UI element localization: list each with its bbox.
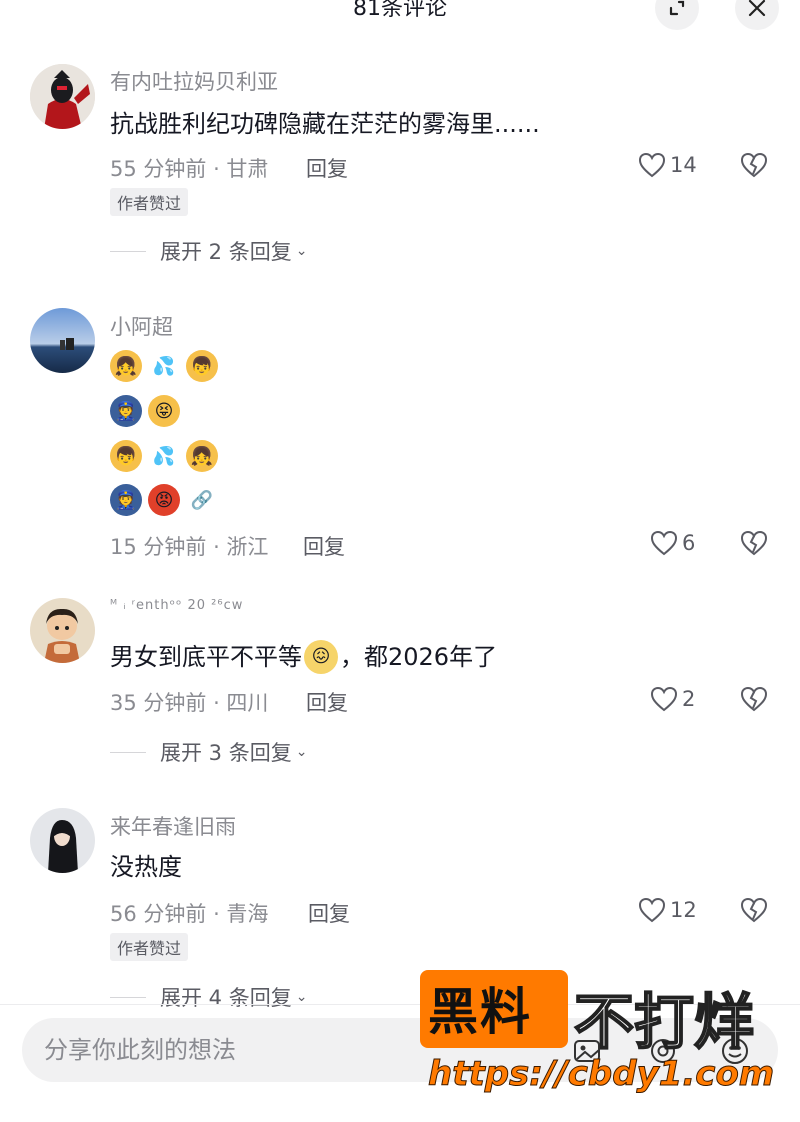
chevron-down-icon: ⌄ — [295, 744, 308, 760]
comment-username[interactable]: 来年春逢旧雨 — [110, 811, 236, 841]
expand-replies-label: 展开 3 条回复 — [160, 741, 292, 765]
like-count: 6 — [682, 531, 696, 555]
author-liked-badge: 作者赞过 — [110, 933, 189, 961]
dislike-button[interactable] — [740, 530, 768, 560]
sweat-droplets-emoji: 💦 — [148, 440, 180, 472]
like-button[interactable]: 2 — [650, 686, 695, 712]
comment-meta: 55 分钟前 · 甘肃 — [110, 157, 269, 181]
emoji-row: 👮 😡 🔗 — [110, 484, 218, 516]
avatar[interactable] — [30, 808, 95, 873]
comment-meta: 35 分钟前 · 四川 — [110, 691, 269, 715]
heart-icon — [650, 530, 678, 556]
expand-replies-button[interactable]: 展开 3 条回复 ⌄ — [110, 737, 307, 767]
angry-face-emoji: 😡 — [148, 484, 180, 516]
emoji-row: 👦 💦 👧 — [110, 440, 218, 472]
expand-divider — [110, 751, 146, 753]
reply-button[interactable]: 回复 — [306, 687, 348, 717]
emoji-row: 👮 😝 — [110, 395, 180, 427]
like-button[interactable]: 14 — [638, 152, 697, 178]
like-button[interactable]: 12 — [638, 897, 697, 923]
avatar[interactable] — [30, 64, 95, 129]
comment-meta: 56 分钟前 · 青海 — [110, 902, 269, 926]
avatar[interactable] — [30, 308, 95, 373]
girl-emoji: 👧 — [110, 350, 142, 382]
boy-emoji: 👦 — [110, 440, 142, 472]
reply-button[interactable]: 回复 — [308, 898, 350, 928]
heart-icon — [638, 152, 666, 178]
dislike-button[interactable] — [740, 686, 768, 716]
comment-text: 抗战胜利纪功碑隐藏在茫茫的雾海里...... — [110, 110, 540, 138]
heart-icon — [638, 897, 666, 923]
chain-link-emoji: 🔗 — [186, 484, 218, 516]
watermark-brand: 黑料 — [428, 983, 532, 1041]
broken-heart-icon — [740, 152, 768, 178]
watermark-slogan: 不打烊 — [573, 987, 755, 1059]
chevron-down-icon: ⌄ — [295, 989, 308, 1005]
expand-divider — [110, 996, 146, 998]
like-count: 14 — [670, 153, 697, 177]
like-count: 2 — [682, 687, 696, 711]
comment-text-row: 男女到底平不平等 😖 ，都2026年了 — [110, 640, 497, 674]
emoji-row: 👧 💦 👦 — [110, 350, 218, 382]
broken-heart-icon — [740, 530, 768, 556]
like-button[interactable]: 6 — [650, 530, 695, 556]
sweat-droplets-emoji: 💦 — [148, 350, 180, 382]
watermark-url: https://cbdy1.com — [427, 1054, 775, 1095]
comment-meta: 15 分钟前 · 浙江 — [110, 535, 269, 559]
dislike-button[interactable] — [740, 152, 768, 182]
boy-emoji: 👦 — [186, 350, 218, 382]
expand-replies-button[interactable]: 展开 4 条回复 ⌄ — [110, 982, 307, 1012]
police-officer-emoji: 👮 — [110, 484, 142, 516]
girl-emoji: 👧 — [186, 440, 218, 472]
broken-heart-icon — [740, 897, 768, 923]
close-icon — [748, 0, 766, 17]
reply-button[interactable]: 回复 — [303, 531, 345, 561]
comment-username[interactable]: ᴹ ᵢ ʳenthᵒᵒ 20 ²⁶ᴄᴡ — [110, 598, 243, 613]
expand-replies-label: 展开 4 条回复 — [160, 986, 292, 1010]
tongue-out-emoji: 😝 — [148, 395, 180, 427]
chevron-down-icon: ⌄ — [295, 243, 308, 259]
comment-text-suffix: ，都2026年了 — [340, 643, 498, 671]
expand-button[interactable] — [655, 0, 699, 30]
comment-username[interactable]: 小阿超 — [110, 311, 173, 341]
dislike-button[interactable] — [740, 897, 768, 927]
expand-replies-button[interactable]: 展开 2 条回复 ⌄ — [110, 236, 307, 266]
comment-text: 没热度 — [110, 853, 182, 881]
expand-divider — [110, 250, 146, 252]
author-liked-badge: 作者赞过 — [110, 188, 189, 216]
comment-username[interactable]: 有内吐拉妈贝利亚 — [110, 66, 278, 96]
police-officer-emoji: 👮 — [110, 395, 142, 427]
reply-button[interactable]: 回复 — [306, 153, 348, 183]
comment-input[interactable] — [44, 1018, 424, 1082]
comments-header: 81条评论 — [0, 0, 800, 40]
sad-face-emoji: 😖 — [304, 640, 338, 674]
broken-heart-icon — [740, 686, 768, 712]
comment-text: 男女到底平不平等 — [110, 643, 302, 671]
heart-icon — [650, 686, 678, 712]
like-count: 12 — [670, 898, 697, 922]
close-button[interactable] — [735, 0, 779, 30]
avatar[interactable] — [30, 598, 95, 663]
expand-replies-label: 展开 2 条回复 — [160, 240, 292, 264]
expand-icon — [669, 0, 685, 16]
